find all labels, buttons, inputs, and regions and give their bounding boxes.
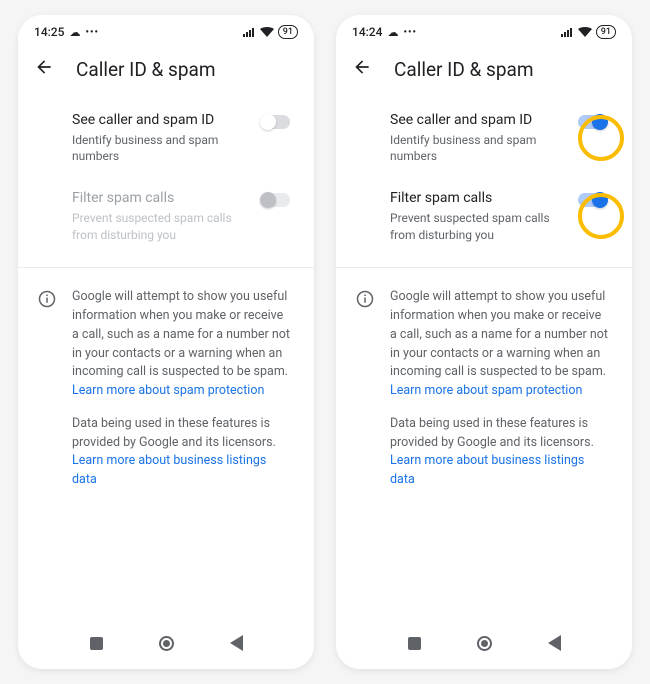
more-icon: ••• bbox=[85, 27, 99, 38]
setting-subtitle: Prevent suspected spam calls from distur… bbox=[390, 210, 568, 244]
setting-filter-spam: Filter spam calls Prevent suspected spam… bbox=[18, 177, 314, 255]
setting-subtitle: Identify business and spam numbers bbox=[390, 132, 568, 166]
status-right: 91 bbox=[243, 25, 298, 39]
header: Caller ID & spam bbox=[336, 45, 632, 95]
setting-title: Filter spam calls bbox=[72, 189, 250, 209]
clock-text: 14:25 bbox=[34, 25, 64, 39]
battery-icon: 91 bbox=[596, 25, 616, 39]
settings-list: See caller and spam ID Identify business… bbox=[336, 95, 632, 259]
nav-bar bbox=[18, 627, 314, 659]
setting-title: See caller and spam ID bbox=[72, 111, 250, 131]
toggle-filter-spam[interactable] bbox=[578, 193, 608, 207]
status-right: 91 bbox=[561, 25, 616, 39]
nav-home-icon[interactable] bbox=[477, 636, 492, 651]
info-icon bbox=[356, 290, 374, 504]
status-left: 14:25 ☁ ••• bbox=[34, 25, 99, 39]
wifi-icon bbox=[260, 27, 274, 37]
clock-text: 14:24 bbox=[352, 25, 382, 39]
settings-list: See caller and spam ID Identify business… bbox=[18, 95, 314, 259]
cloud-icon: ☁ bbox=[387, 26, 398, 39]
signal-icon bbox=[243, 27, 256, 37]
status-left: 14:24 ☁ ••• bbox=[352, 25, 417, 39]
back-arrow-icon[interactable] bbox=[352, 57, 372, 81]
nav-back-icon[interactable] bbox=[548, 635, 561, 651]
page-title: Caller ID & spam bbox=[394, 58, 534, 81]
phone-screen-left: 14:25 ☁ ••• 91 Caller ID & spam See call… bbox=[18, 15, 314, 669]
info-section: Google will attempt to show you useful i… bbox=[18, 268, 314, 504]
more-icon: ••• bbox=[403, 27, 417, 38]
toggle-filter-spam bbox=[260, 193, 290, 207]
signal-icon bbox=[561, 27, 574, 37]
setting-subtitle: Prevent suspected spam calls from distur… bbox=[72, 210, 250, 244]
toggle-caller-id[interactable] bbox=[578, 115, 608, 129]
phone-screen-right: 14:24 ☁ ••• 91 Caller ID & spam See call… bbox=[336, 15, 632, 669]
nav-home-icon[interactable] bbox=[159, 636, 174, 651]
link-spam-protection[interactable]: Learn more about spam protection bbox=[72, 383, 264, 398]
nav-bar bbox=[336, 627, 632, 659]
toggle-caller-id[interactable] bbox=[260, 115, 290, 129]
link-business-listings[interactable]: Learn more about business listings data bbox=[72, 453, 266, 487]
info-text: Google will attempt to show you useful i… bbox=[390, 288, 608, 504]
info-icon bbox=[38, 290, 56, 504]
nav-back-icon[interactable] bbox=[230, 635, 243, 651]
setting-title: Filter spam calls bbox=[390, 189, 568, 209]
setting-title: See caller and spam ID bbox=[390, 111, 568, 131]
setting-subtitle: Identify business and spam numbers bbox=[72, 132, 250, 166]
nav-recent-icon[interactable] bbox=[408, 637, 421, 650]
status-bar: 14:25 ☁ ••• 91 bbox=[18, 15, 314, 45]
info-section: Google will attempt to show you useful i… bbox=[336, 268, 632, 504]
info-text: Google will attempt to show you useful i… bbox=[72, 288, 290, 504]
page-title: Caller ID & spam bbox=[76, 58, 216, 81]
header: Caller ID & spam bbox=[18, 45, 314, 95]
setting-caller-id[interactable]: See caller and spam ID Identify business… bbox=[336, 99, 632, 177]
battery-icon: 91 bbox=[278, 25, 298, 39]
link-business-listings[interactable]: Learn more about business listings data bbox=[390, 453, 584, 487]
cloud-icon: ☁ bbox=[69, 26, 80, 39]
status-bar: 14:24 ☁ ••• 91 bbox=[336, 15, 632, 45]
setting-filter-spam[interactable]: Filter spam calls Prevent suspected spam… bbox=[336, 177, 632, 255]
setting-caller-id[interactable]: See caller and spam ID Identify business… bbox=[18, 99, 314, 177]
wifi-icon bbox=[578, 27, 592, 37]
link-spam-protection[interactable]: Learn more about spam protection bbox=[390, 383, 582, 398]
nav-recent-icon[interactable] bbox=[90, 637, 103, 650]
back-arrow-icon[interactable] bbox=[34, 57, 54, 81]
